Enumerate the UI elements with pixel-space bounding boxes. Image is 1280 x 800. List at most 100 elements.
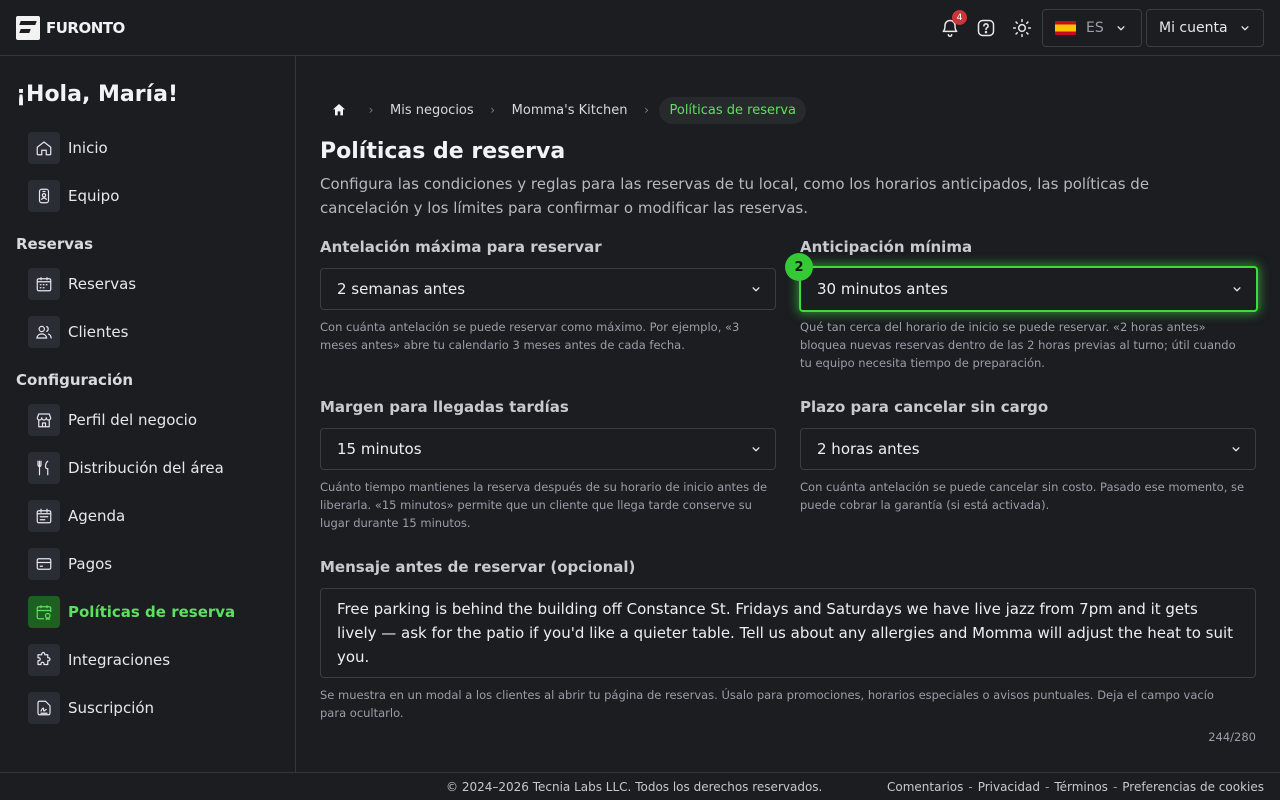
logo-mark-icon [16,16,40,40]
top-bar: FURONTO 4 ES Mi cuenta [0,0,1280,56]
chevron-right-icon: › [368,103,374,117]
footer-separator: - [1044,780,1050,794]
cancel-window-help: Con cuánta antelación se puede cancelar … [800,480,1245,512]
sidebar-item-clientes[interactable]: Clientes [28,316,128,348]
sidebar-item-label: Clientes [68,323,129,341]
sidebar-item-label: Reservas [68,275,137,293]
page-description: Configura las condiciones y reglas para … [320,175,1150,217]
max-advance-select[interactable]: 2 semanas antes [320,268,776,310]
spain-flag-icon [1055,21,1076,35]
sidebar-item-label: Políticas de reserva [68,603,236,621]
cancel-window-select[interactable]: 2 horas antes [800,428,1256,470]
sidebar-item-label: Pagos [68,555,113,573]
character-counter: 244/280 [1208,730,1256,744]
calendar-list-icon [28,500,60,532]
logo[interactable]: FURONTO [16,16,125,40]
credit-card-icon [28,548,60,580]
sun-icon [1012,18,1032,38]
utensils-icon [28,452,60,484]
sidebar-item-label: Inicio [68,139,108,157]
policy-calendar-icon [28,596,60,628]
breadcrumb-item[interactable]: Mis negocios [384,103,480,118]
chevron-down-icon [1240,26,1249,31]
logo-text: FURONTO [46,19,125,37]
chevron-down-icon [752,287,760,292]
max-advance-help: Con cuánta antelación se puede reservar … [320,320,740,352]
breadcrumb-current: Políticas de reserva [659,96,806,124]
account-menu-button[interactable]: Mi cuenta [1146,9,1264,47]
home-icon [28,132,60,164]
sidebar-item-politicas-reserva[interactable]: Políticas de reserva [28,596,235,628]
language-selector[interactable]: ES [1042,9,1142,47]
breadcrumb-home[interactable] [320,102,358,118]
select-value: 2 horas antes [817,440,920,458]
sidebar-item-label: Integraciones [68,651,171,669]
min-advance-select[interactable]: 30 minutos antes [799,266,1258,312]
message-textarea[interactable]: Free parking is behind the building off … [320,588,1256,678]
chevron-right-icon: › [644,103,649,117]
footer-separator: - [1112,780,1118,794]
chevron-down-icon [1233,287,1241,292]
puzzle-icon [28,644,60,676]
select-value: 2 semanas antes [337,280,466,298]
select-value: 30 minutos antes [817,280,948,298]
cancel-window-label: Plazo para cancelar sin cargo [800,398,1049,416]
sidebar-item-distribucion-area[interactable]: Distribución del área [28,452,224,484]
greeting: ¡Hola, María! [16,82,178,107]
footer-separator: - [968,780,973,794]
chevron-right-icon: › [490,103,496,117]
sidebar-item-label: Suscripción [68,699,155,717]
sidebar-item-label: Equipo [68,187,120,205]
sidebar-item-reservas[interactable]: Reservas [28,268,136,300]
sidebar-item-label: Agenda [68,507,126,525]
chevron-down-icon [752,447,760,452]
sidebar-item-label: Perfil del negocio [68,411,198,429]
copyright: © 2024–2026 Tecnia Labs LLC. Todos los d… [446,780,823,794]
help-button[interactable] [974,16,998,40]
footer-link-comentarios[interactable]: Comentarios [887,780,963,794]
notification-count-badge: 4 [952,10,967,25]
late-margin-help: Cuánto tiempo mantienes la reserva despu… [320,480,768,530]
breadcrumb: › Mis negocios › Momma's Kitchen › Polít… [320,96,806,124]
notifications-button[interactable]: 4 [938,10,967,40]
users-icon [28,316,60,348]
breadcrumb-item[interactable]: Momma's Kitchen [506,103,634,118]
footer-link-terminos[interactable]: Términos [1054,780,1108,794]
sidebar: ¡Hola, María! Inicio Equipo Reservas Res… [0,56,296,772]
sidebar-item-agenda[interactable]: Agenda [28,500,125,532]
team-badge-icon [28,180,60,212]
section-title-reservas: Reservas [16,235,94,253]
signature-icon [28,692,60,724]
page-title: Políticas de reserva [320,139,566,164]
sidebar-item-perfil-negocio[interactable]: Perfil del negocio [28,404,197,436]
sidebar-item-inicio[interactable]: Inicio [28,132,108,164]
footer-link-cookies[interactable]: Preferencias de cookies [1122,780,1264,794]
language-code: ES [1086,20,1104,36]
step-marker-badge: 2 [785,253,813,281]
message-help: Se muestra en un modal a los clientes al… [320,688,1214,720]
select-value: 15 minutos [337,440,422,458]
footer-links: Comentarios - Privacidad - Términos - Pr… [887,780,1264,794]
late-margin-select[interactable]: 15 minutos [320,428,776,470]
home-icon [333,104,345,116]
sidebar-item-suscripcion[interactable]: Suscripción [28,692,154,724]
message-label: Mensaje antes de reservar (opcional) [320,558,636,576]
max-advance-label: Antelación máxima para reservar [320,238,602,256]
store-icon [28,404,60,436]
calendar-icon [28,268,60,300]
account-label: Mi cuenta [1159,20,1228,36]
min-advance-label: Anticipación mínima [800,238,973,256]
min-advance-help: Qué tan cerca del horario de inicio se p… [800,320,1236,370]
section-title-configuracion: Configuración [16,371,134,389]
sidebar-item-label: Distribución del área [68,459,224,477]
help-icon [977,19,995,37]
sidebar-item-equipo[interactable]: Equipo [28,180,119,212]
theme-toggle-button[interactable] [1010,16,1034,40]
footer: © 2024–2026 Tecnia Labs LLC. Todos los d… [0,772,1280,800]
footer-link-privacidad[interactable]: Privacidad [978,780,1040,794]
chevron-down-icon [1117,26,1125,31]
late-margin-label: Margen para llegadas tardías [320,398,569,416]
chevron-down-icon [1232,447,1240,452]
sidebar-item-integraciones[interactable]: Integraciones [28,644,170,676]
sidebar-item-pagos[interactable]: Pagos [28,548,112,580]
